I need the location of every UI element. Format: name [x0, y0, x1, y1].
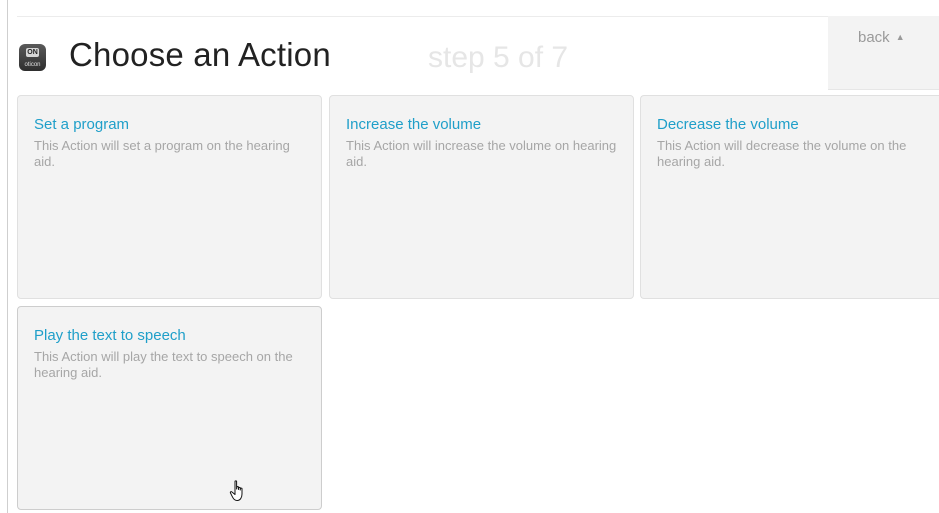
back-button[interactable]: back ▲	[828, 16, 939, 90]
action-card-text-to-speech[interactable]: Play the text to speech This Action will…	[17, 306, 322, 510]
back-button-label: back	[858, 29, 890, 46]
page-title: Choose an Action	[69, 36, 331, 73]
action-title: Set a program	[34, 116, 130, 133]
page-header: ON oticon Choose an Action step 5 of 7 b…	[17, 16, 939, 95]
action-description: This Action will decrease the volume on …	[657, 138, 907, 169]
logo-on-text: ON	[26, 48, 39, 57]
step-indicator: step 5 of 7	[428, 41, 569, 74]
action-description: This Action will set a program on the he…	[34, 138, 290, 169]
action-title: Decrease the volume	[657, 116, 799, 133]
window-left-border	[7, 0, 8, 513]
action-card-set-program[interactable]: Set a program This Action will set a pro…	[17, 95, 322, 299]
oticon-on-logo-icon: ON oticon	[19, 44, 46, 71]
caret-up-icon: ▲	[895, 32, 905, 42]
action-description: This Action will increase the volume on …	[346, 138, 617, 169]
logo-brand-text: oticon	[24, 62, 41, 68]
action-title: Play the text to speech	[34, 327, 186, 344]
action-title: Increase the volume	[346, 116, 482, 133]
hand-pointer-icon	[229, 480, 243, 501]
action-card-increase-volume[interactable]: Increase the volume This Action will inc…	[329, 95, 634, 299]
action-card-decrease-volume[interactable]: Decrease the volume This Action will dec…	[640, 95, 939, 299]
action-description: This Action will play the text to speech…	[34, 349, 293, 380]
